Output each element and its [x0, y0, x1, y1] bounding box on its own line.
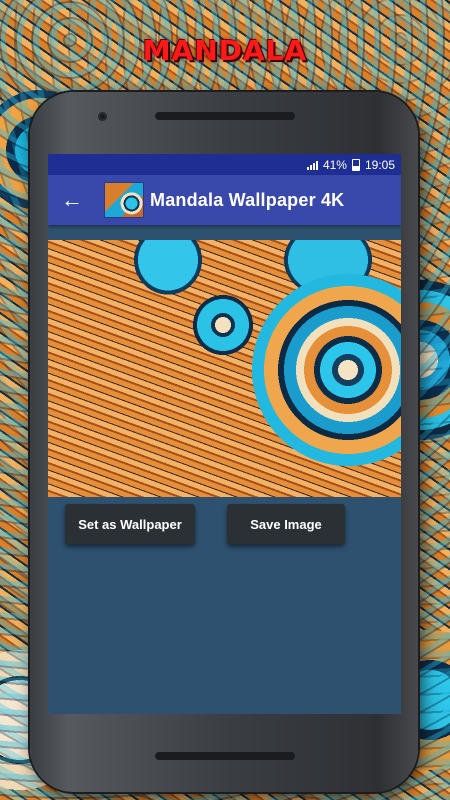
save-image-button[interactable]: Save Image — [227, 504, 345, 544]
battery-level: 41% — [322, 157, 347, 172]
signal-icon — [306, 160, 318, 170]
front-camera — [98, 112, 107, 121]
battery-icon — [351, 158, 360, 171]
action-buttons: Set as Wallpaper Save Image — [48, 504, 401, 544]
arrow-left-icon[interactable]: ← — [48, 175, 96, 225]
phone-frame: 41% 19:05 ← Mandala Wallpaper 4K Set as … — [30, 92, 418, 792]
app-screen: 41% 19:05 ← Mandala Wallpaper 4K Set as … — [48, 154, 401, 714]
set-wallpaper-button[interactable]: Set as Wallpaper — [65, 504, 195, 544]
banner-title: MANDALA — [142, 34, 308, 67]
bottom-speaker — [155, 752, 295, 760]
clock: 19:05 — [364, 157, 395, 172]
wallpaper-preview — [48, 240, 401, 497]
app-logo — [104, 182, 144, 218]
page-title: Mandala Wallpaper 4K — [150, 189, 345, 210]
status-bar: 41% 19:05 — [48, 154, 401, 175]
app-toolbar: ← Mandala Wallpaper 4K — [48, 175, 401, 225]
earpiece-speaker — [155, 112, 295, 120]
